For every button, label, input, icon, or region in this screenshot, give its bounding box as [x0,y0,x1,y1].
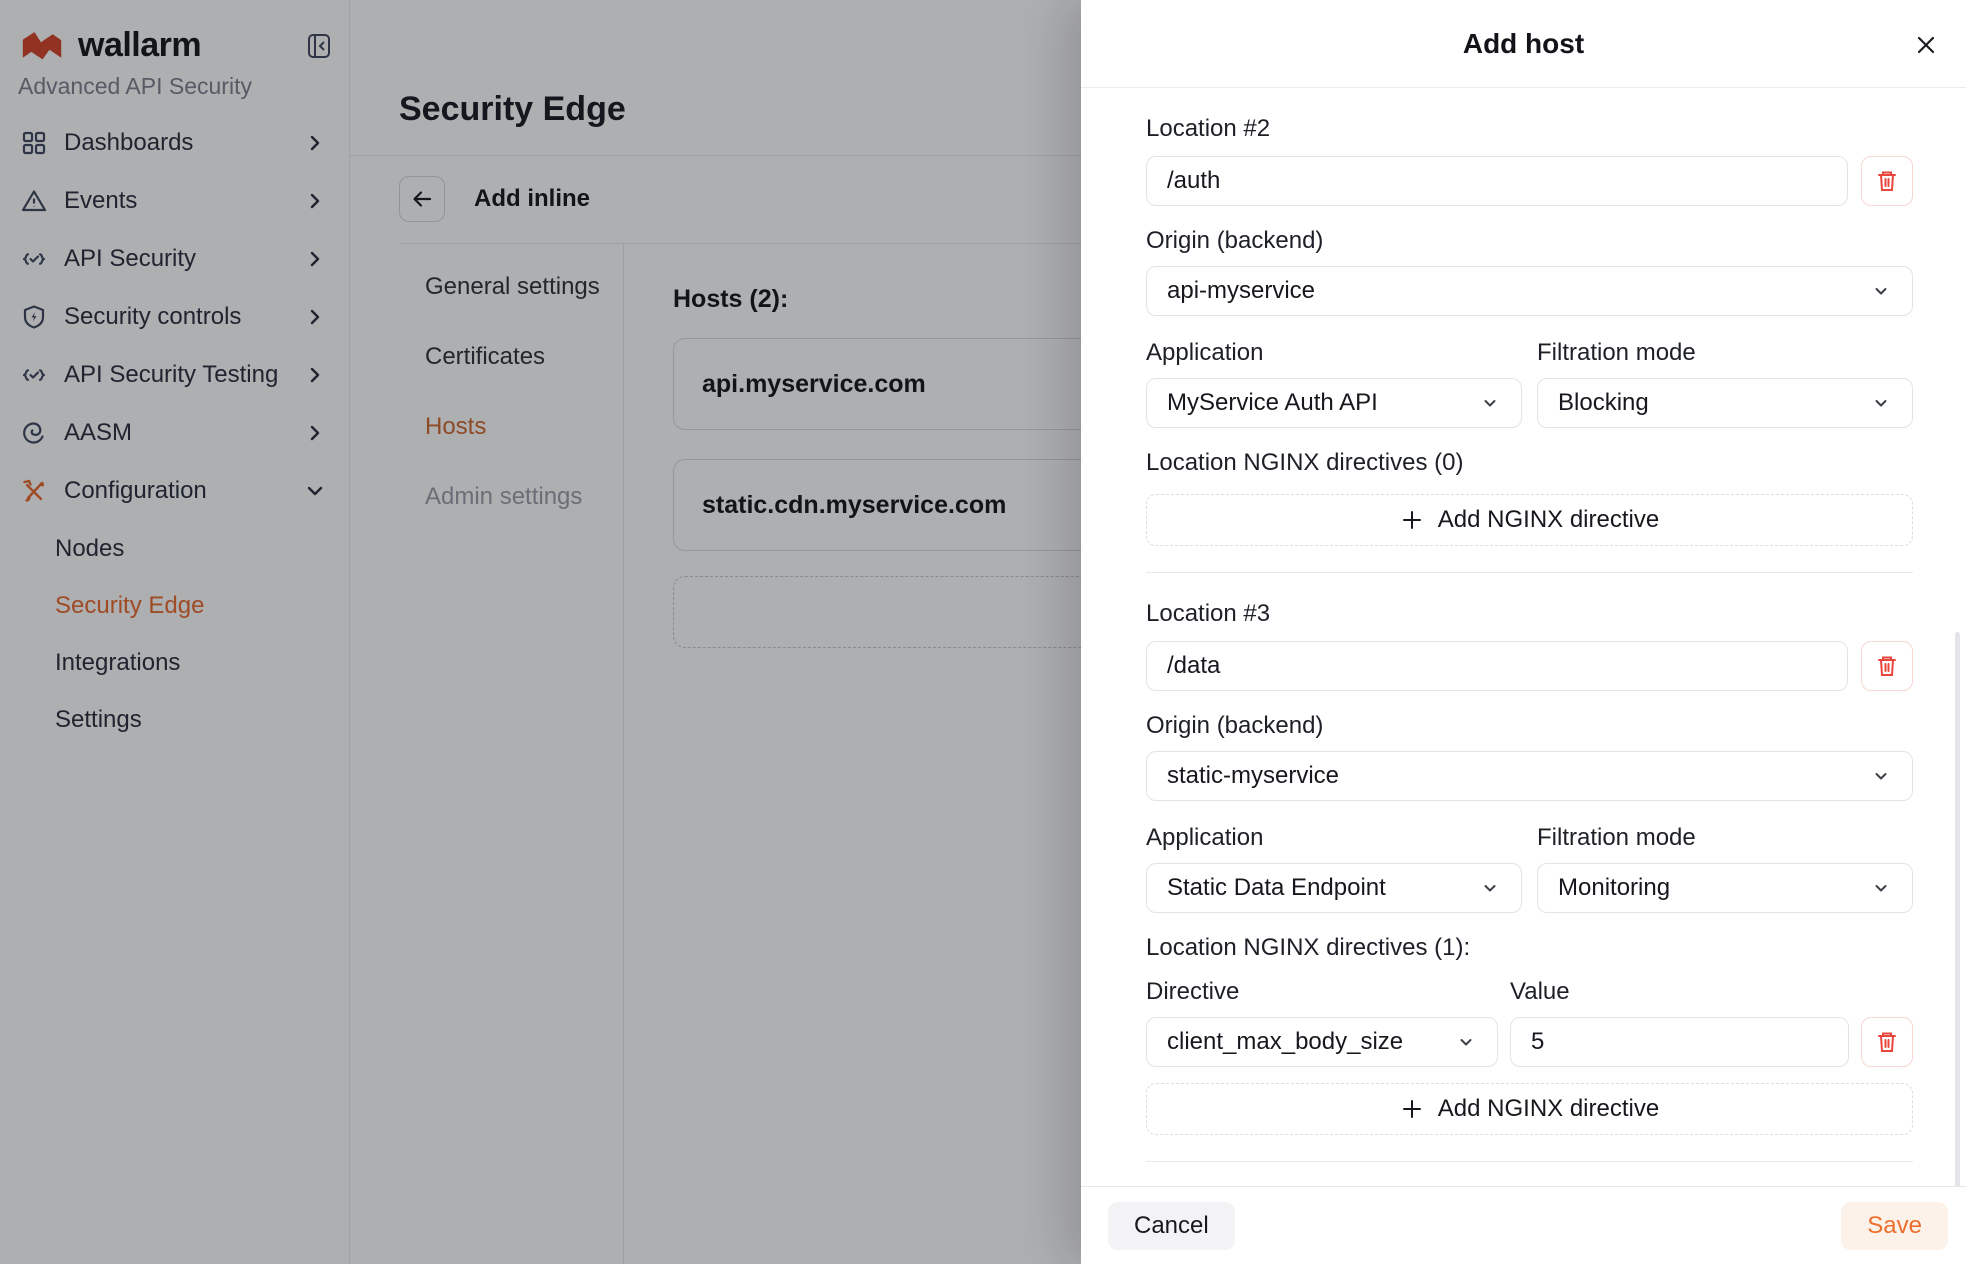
plus-icon [1400,508,1424,532]
application-label: Application [1146,823,1522,853]
application-select[interactable]: Static Data Endpoint [1146,863,1522,913]
directive-column-labels: Directive Value [1146,977,1913,1007]
chevron-down-icon [1870,877,1892,899]
add-nginx-directive-label: Add NGINX directive [1438,1095,1659,1123]
application-label: Application [1146,338,1522,368]
delete-directive-button[interactable] [1861,1017,1913,1067]
directives-heading: Location NGINX directives (1): [1146,933,1913,963]
value-column-label: Value [1510,977,1849,1007]
location-path-row [1146,641,1913,691]
drawer-header: Add host [1081,0,1966,88]
delete-location-button[interactable] [1861,641,1913,691]
directives-heading: Location NGINX directives (0) [1146,448,1913,478]
filtration-mode-label: Filtration mode [1537,338,1913,368]
close-icon[interactable] [1912,31,1940,59]
origin-select-value: api-myservice [1167,277,1870,305]
cancel-button[interactable]: Cancel [1108,1202,1235,1250]
chevron-down-icon [1479,877,1501,899]
filtration-mode-label: Filtration mode [1537,823,1913,853]
filtration-mode-select-value: Monitoring [1558,874,1870,902]
chevron-down-icon [1870,392,1892,414]
divider [1146,1161,1913,1162]
drawer-footer: Cancel Save [1081,1186,1966,1264]
add-nginx-directive-button[interactable]: Add NGINX directive [1146,494,1913,546]
directive-select-value: client_max_body_size [1167,1028,1455,1056]
application-filtration-row: MyService Auth API Blocking [1146,378,1913,428]
origin-select-value: static-myservice [1167,762,1870,790]
add-host-drawer: Add host Location #2 Origin (backend) ap… [1081,0,1966,1264]
drawer-title: Add host [1463,28,1584,60]
origin-label: Origin (backend) [1146,226,1913,256]
delete-location-button[interactable] [1861,156,1913,206]
directive-column-label: Directive [1146,977,1498,1007]
chevron-down-icon [1870,280,1892,302]
application-filtration-labels: Application Filtration mode [1146,823,1913,853]
location-path-input[interactable] [1146,156,1848,206]
trash-icon [1874,653,1900,679]
origin-label: Origin (backend) [1146,711,1913,741]
location-heading: Location #2 [1146,114,1913,144]
drawer-body: Location #2 Origin (backend) api-myservi… [1081,88,1966,1186]
drawer-scrollbar[interactable] [1955,632,1960,1186]
directive-row: client_max_body_size [1146,1017,1913,1067]
application-select[interactable]: MyService Auth API [1146,378,1522,428]
filtration-mode-select[interactable]: Blocking [1537,378,1913,428]
filtration-mode-select[interactable]: Monitoring [1537,863,1913,913]
origin-select[interactable]: api-myservice [1146,266,1913,316]
directive-select[interactable]: client_max_body_size [1146,1017,1498,1067]
filtration-mode-select-value: Blocking [1558,389,1870,417]
modal-scrim[interactable] [0,0,1081,1264]
plus-icon [1400,1097,1424,1121]
divider [1146,572,1913,573]
trash-icon [1874,168,1900,194]
trash-icon [1874,1029,1900,1055]
add-nginx-directive-button[interactable]: Add NGINX directive [1146,1083,1913,1135]
application-select-value: MyService Auth API [1167,389,1479,417]
application-filtration-labels: Application Filtration mode [1146,338,1913,368]
chevron-down-icon [1479,392,1501,414]
location-heading: Location #3 [1146,599,1913,629]
save-button[interactable]: Save [1841,1202,1948,1250]
chevron-down-icon [1455,1031,1477,1053]
directive-value-input[interactable] [1510,1017,1849,1067]
application-select-value: Static Data Endpoint [1167,874,1479,902]
chevron-down-icon [1870,765,1892,787]
application-filtration-row: Static Data Endpoint Monitoring [1146,863,1913,913]
location-path-input[interactable] [1146,641,1848,691]
location-path-row [1146,156,1913,206]
add-nginx-directive-label: Add NGINX directive [1438,506,1659,534]
origin-select[interactable]: static-myservice [1146,751,1913,801]
